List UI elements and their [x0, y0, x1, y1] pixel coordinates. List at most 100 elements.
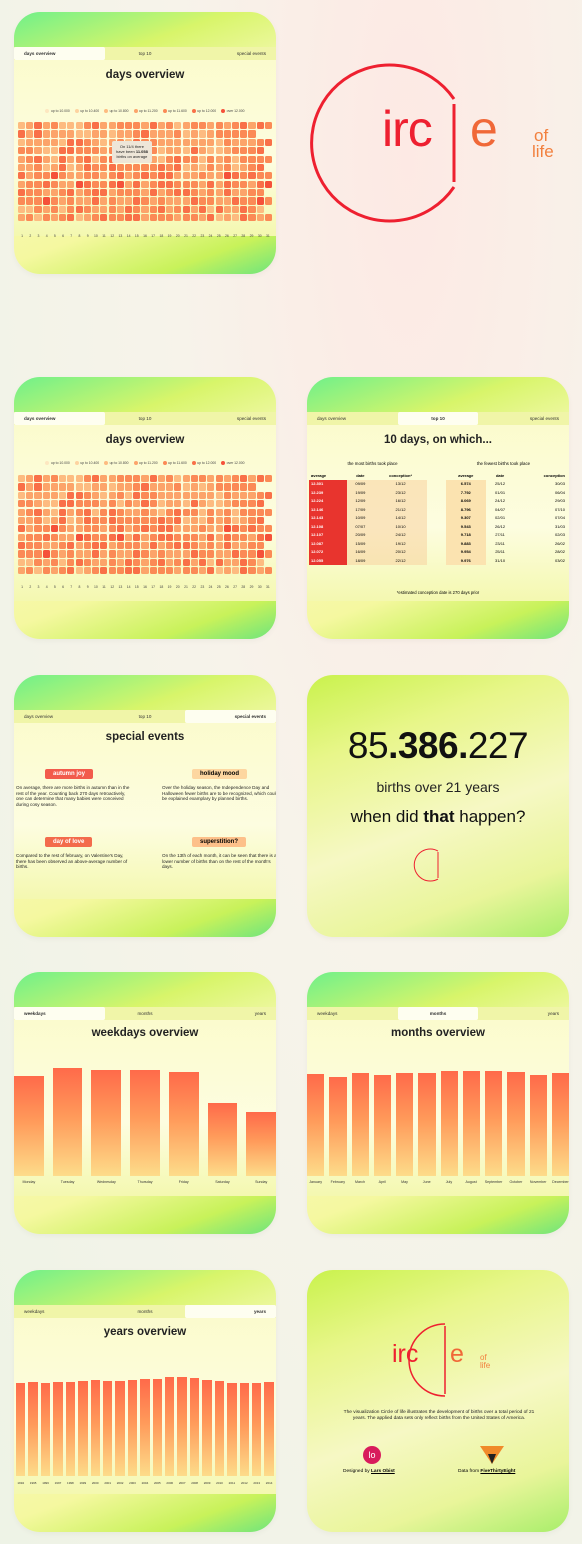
day-cell[interactable]: [125, 172, 133, 180]
day-cell[interactable]: [190, 197, 198, 205]
day-cell[interactable]: [67, 558, 75, 566]
day-cell[interactable]: [265, 147, 272, 154]
day-cell[interactable]: [166, 508, 174, 516]
day-cell[interactable]: [50, 147, 58, 155]
day-cell[interactable]: [59, 550, 67, 558]
day-cell[interactable]: [26, 567, 34, 575]
day-cell[interactable]: [157, 508, 165, 516]
day-cell[interactable]: [207, 475, 215, 483]
day-cell[interactable]: [199, 542, 207, 550]
day-cell[interactable]: [264, 197, 272, 205]
day-cell[interactable]: [67, 122, 75, 130]
day-cell[interactable]: [223, 180, 231, 188]
day-cell[interactable]: [265, 517, 272, 524]
day-cell[interactable]: [199, 475, 207, 483]
day-cell[interactable]: [18, 475, 26, 483]
bar-2011[interactable]: [227, 1382, 237, 1476]
day-cell[interactable]: [100, 205, 108, 213]
day-cell[interactable]: [59, 138, 67, 146]
day-cell[interactable]: [215, 508, 223, 516]
day-cell[interactable]: [75, 491, 83, 499]
day-cell[interactable]: [18, 155, 26, 163]
day-cell[interactable]: [59, 197, 67, 205]
day-cell[interactable]: [133, 214, 141, 222]
day-cell[interactable]: [83, 533, 91, 541]
day-cell[interactable]: [190, 155, 198, 163]
day-cell[interactable]: [223, 155, 231, 163]
day-cell[interactable]: [34, 542, 42, 550]
day-cell[interactable]: [157, 197, 165, 205]
day-cell[interactable]: [100, 508, 108, 516]
day-cell[interactable]: [240, 197, 248, 205]
day-cell[interactable]: [34, 567, 42, 575]
day-cell[interactable]: [100, 197, 108, 205]
day-cell[interactable]: [18, 130, 26, 138]
day-cell[interactable]: [141, 558, 149, 566]
day-cell[interactable]: [59, 205, 67, 213]
day-cell[interactable]: [256, 163, 264, 172]
day-cell[interactable]: [92, 189, 100, 197]
day-cell[interactable]: [26, 130, 34, 138]
day-cell[interactable]: [141, 525, 149, 533]
bar-september[interactable]: [485, 1071, 503, 1176]
day-cell[interactable]: [125, 525, 133, 533]
day-cell[interactable]: [116, 542, 124, 550]
day-cell[interactable]: [75, 567, 83, 575]
day-cell[interactable]: [75, 147, 83, 155]
day-cell[interactable]: [223, 500, 231, 508]
day-cell[interactable]: [223, 542, 231, 550]
day-cell[interactable]: [50, 214, 58, 222]
day-cell[interactable]: [34, 533, 42, 541]
day-cell[interactable]: [83, 567, 91, 575]
day-cell[interactable]: [26, 163, 34, 172]
day-cell[interactable]: [116, 122, 124, 130]
day-cell[interactable]: [174, 172, 182, 180]
day-cell[interactable]: [199, 205, 207, 213]
day-cell[interactable]: [108, 122, 116, 130]
day-cell[interactable]: [215, 122, 223, 130]
day-cell[interactable]: [223, 138, 231, 146]
day-cell[interactable]: [256, 491, 264, 499]
day-cell[interactable]: [116, 172, 124, 180]
day-cell[interactable]: [92, 197, 100, 205]
day-cell[interactable]: [207, 147, 215, 155]
day-cell[interactable]: [26, 189, 34, 197]
day-cell[interactable]: [116, 567, 124, 575]
day-cell[interactable]: [157, 558, 165, 566]
bar-february[interactable]: [329, 1077, 347, 1176]
day-cell[interactable]: [190, 516, 198, 525]
tab-special-events[interactable]: special events: [185, 412, 276, 425]
day-cell[interactable]: [108, 533, 116, 541]
day-cell[interactable]: [174, 500, 182, 508]
day-cell[interactable]: [116, 550, 124, 558]
day-cell[interactable]: [125, 567, 133, 575]
day-cell[interactable]: [166, 214, 174, 222]
day-cell[interactable]: [50, 205, 58, 213]
day-cell[interactable]: [190, 122, 198, 130]
day-cell[interactable]: [42, 130, 50, 138]
day-cell[interactable]: [116, 197, 124, 205]
day-cell[interactable]: [116, 500, 124, 508]
bar-december[interactable]: [551, 1072, 569, 1176]
day-cell[interactable]: [248, 508, 256, 516]
day-cell[interactable]: [59, 542, 67, 550]
day-cell[interactable]: [18, 525, 26, 533]
day-cell[interactable]: [100, 163, 108, 172]
day-cell[interactable]: [174, 542, 182, 550]
day-cell[interactable]: [207, 542, 215, 550]
day-cell[interactable]: [50, 475, 58, 483]
day-cell[interactable]: [199, 500, 207, 508]
day-cell[interactable]: [67, 550, 75, 558]
day-cell[interactable]: [83, 180, 91, 188]
day-cell[interactable]: [75, 475, 83, 483]
day-cell[interactable]: [149, 500, 157, 508]
day-cell[interactable]: [182, 533, 190, 541]
day-cell[interactable]: [100, 138, 108, 146]
day-cell[interactable]: [207, 500, 215, 508]
day-cell[interactable]: [75, 197, 83, 205]
day-cell[interactable]: [215, 533, 223, 541]
day-cell[interactable]: [232, 550, 240, 558]
day-cell[interactable]: [100, 180, 108, 188]
day-cell[interactable]: [248, 172, 256, 180]
day-cell[interactable]: [215, 147, 223, 155]
